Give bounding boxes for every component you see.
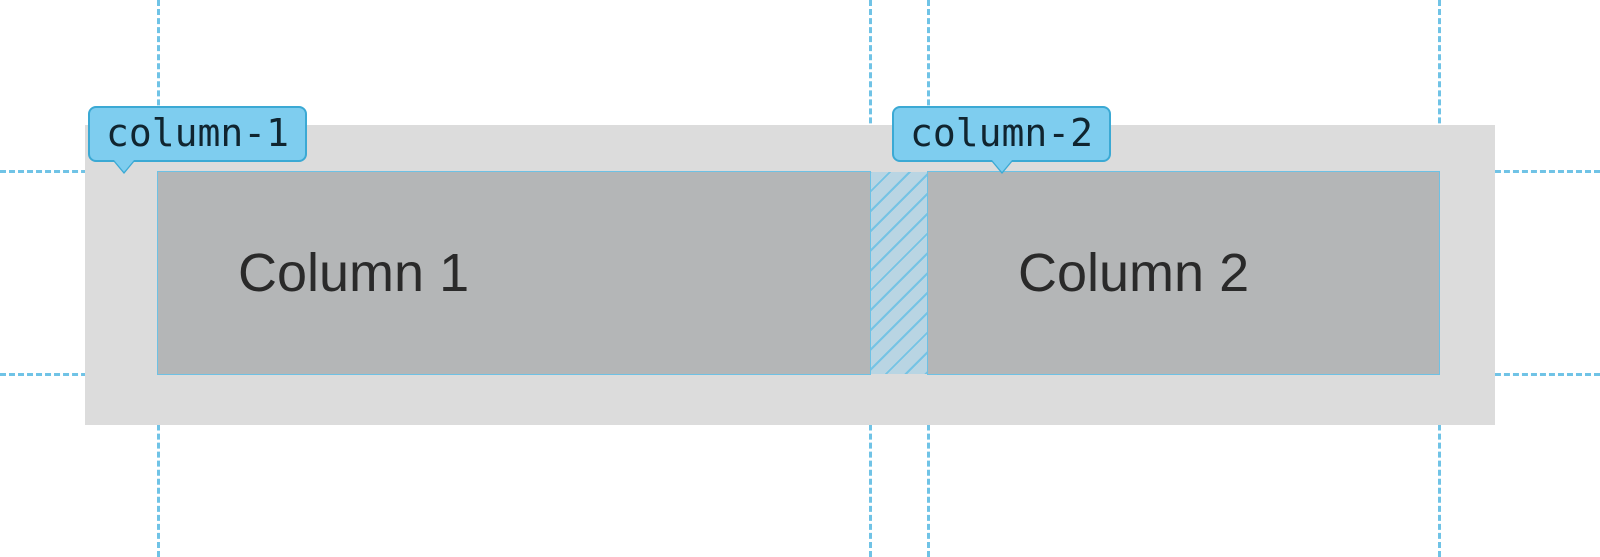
grid-column-2: Column 2 — [928, 172, 1439, 374]
grid-column-1: Column 1 — [158, 172, 870, 374]
grid-column-1-label: Column 1 — [238, 242, 469, 304]
grid-column-gap — [870, 172, 928, 374]
grid-track-area: Column 1 Column 2 — [158, 172, 1439, 374]
grid-column-2-label: Column 2 — [1018, 242, 1249, 304]
grid-line-tag-column-1: column-1 — [88, 106, 307, 162]
grid-line-tag-column-2: column-2 — [892, 106, 1111, 162]
